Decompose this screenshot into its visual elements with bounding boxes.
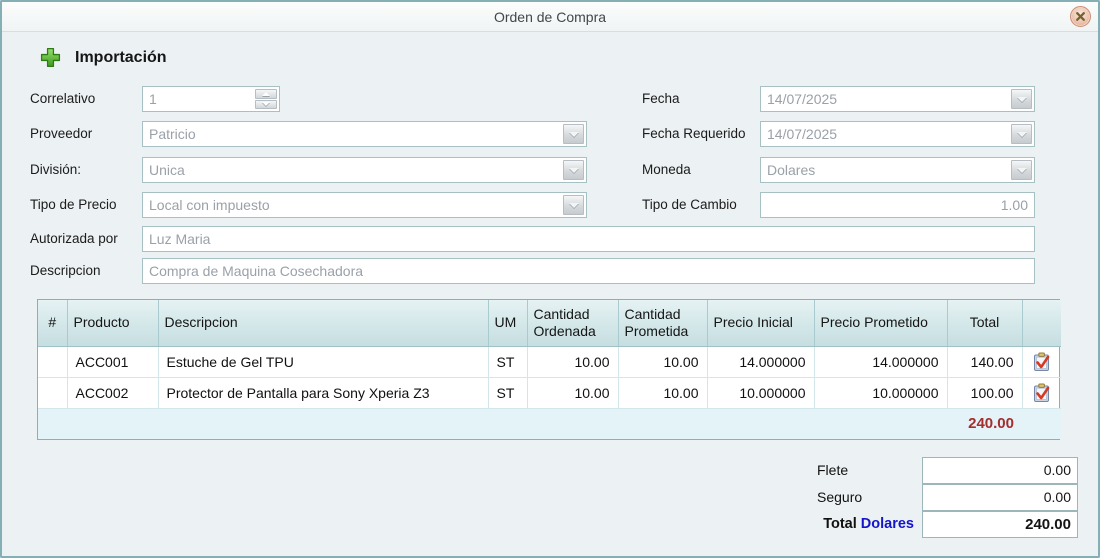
col-producto: Producto	[67, 300, 159, 347]
spinner-down-icon[interactable]	[255, 99, 277, 109]
seguro-label: Seguro	[817, 489, 863, 505]
tipo-cambio-label: Tipo de Cambio	[642, 197, 737, 212]
row-total: 140.00	[947, 346, 1023, 378]
division-label: División:	[30, 162, 82, 177]
fecha-label: Fecha	[642, 91, 680, 106]
table-row: ACC001 Estuche de Gel TPU ST 10.00 10.00…	[38, 346, 1061, 378]
division-dropdown-icon[interactable]	[563, 160, 584, 180]
row-um: ST	[488, 346, 528, 378]
x-glyph	[1076, 12, 1085, 21]
tipo-cambio-input[interactable]: 1.00	[760, 192, 1035, 218]
tipo-precio-value: Local con impuesto	[149, 197, 270, 213]
window-title: Orden de Compra	[493, 9, 607, 25]
col-num: #	[38, 300, 68, 347]
items-table: # Producto Descripcion UM Cantidad Orden…	[37, 299, 1061, 440]
table-row: ACC002 Protector de Pantalla para Sony X…	[38, 377, 1061, 409]
row-producto: ACC001	[67, 346, 159, 378]
fecha-requerido-value: 14/07/2025	[767, 126, 838, 142]
tipo-precio-select[interactable]: Local con impuesto	[142, 192, 587, 218]
grand-total-currency: Dolares	[860, 516, 914, 532]
row-num	[38, 346, 68, 378]
descripcion-label: Descripcion	[30, 263, 101, 278]
row-descripcion: Estuche de Gel TPU	[158, 346, 489, 378]
col-precio-inicial: Precio Inicial	[707, 300, 815, 347]
row-precio-inicial: 14.000000	[707, 346, 815, 378]
row-total: 100.00	[947, 377, 1023, 409]
row-precio-prometido: 14.000000	[814, 346, 948, 378]
row-descripcion: Protector de Pantalla para Sony Xperia Z…	[158, 377, 489, 409]
row-um: ST	[488, 377, 528, 409]
grand-total-value: 240.00	[922, 511, 1078, 538]
moneda-value: Dolares	[767, 162, 816, 178]
table-sum-total: 240.00	[947, 408, 1022, 439]
autorizada-por-input[interactable]: Luz Maria	[142, 226, 1035, 252]
col-cantidad-prometida: Cantidad Prometida	[618, 300, 708, 347]
row-cantidad-prometida: 10.00	[618, 377, 708, 409]
moneda-dropdown-icon[interactable]	[1011, 160, 1032, 180]
col-um: UM	[488, 300, 528, 347]
seguro-input[interactable]: 0.00	[922, 484, 1078, 511]
fecha-value: 14/07/2025	[767, 91, 838, 107]
proveedor-dropdown-icon[interactable]	[563, 124, 584, 144]
row-precio-inicial: 10.000000	[707, 377, 815, 409]
proveedor-label: Proveedor	[30, 126, 93, 141]
grand-total-label: Total Dolares	[742, 511, 914, 537]
proveedor-select[interactable]: Patricio	[142, 121, 587, 147]
col-precio-prometido: Precio Prometido	[814, 300, 948, 347]
edit-row-clipboard-icon[interactable]	[1033, 352, 1051, 372]
spinner-up-icon[interactable]	[255, 89, 277, 99]
correlativo-value: 1	[149, 91, 157, 107]
row-producto: ACC002	[67, 377, 159, 409]
close-icon[interactable]	[1070, 6, 1091, 27]
table-footer: 240.00	[38, 408, 1061, 439]
fecha-input[interactable]: 14/07/2025	[760, 86, 1035, 112]
table-header: # Producto Descripcion UM Cantidad Orden…	[38, 300, 1061, 347]
moneda-select[interactable]: Dolares	[760, 157, 1035, 183]
fecha-requerido-input[interactable]: 14/07/2025	[760, 121, 1035, 147]
tipo-precio-dropdown-icon[interactable]	[563, 195, 584, 215]
division-value: Unica	[149, 162, 185, 178]
row-cantidad-ordenada: 10.00	[527, 377, 619, 409]
correlativo-spinner	[255, 89, 277, 109]
correlativo-label: Correlativo	[30, 91, 96, 106]
col-descripcion: Descripcion	[158, 300, 489, 347]
orden-de-compra-dialog: Orden de Compra Importación Correlativo …	[0, 0, 1100, 558]
row-precio-prometido: 10.000000	[814, 377, 948, 409]
flete-label: Flete	[817, 462, 849, 478]
moneda-label: Moneda	[642, 162, 691, 177]
autorizada-por-label: Autorizada por	[30, 231, 118, 246]
fecha-requerido-dropdown-icon[interactable]	[1011, 124, 1032, 144]
row-num	[38, 377, 68, 409]
grand-total-word: Total	[823, 516, 857, 532]
fecha-requerido-label: Fecha Requerido	[642, 126, 746, 141]
row-cantidad-prometida: 10.00	[618, 346, 708, 378]
descripcion-input[interactable]: Compra de Maquina Cosechadora	[142, 258, 1035, 284]
fecha-dropdown-icon[interactable]	[1011, 89, 1032, 109]
section-title: Importación	[75, 48, 167, 66]
flete-input[interactable]: 0.00	[922, 457, 1078, 484]
tipo-precio-label: Tipo de Precio	[30, 197, 117, 212]
col-total: Total	[947, 300, 1023, 347]
col-cantidad-ordenada: Cantidad Ordenada	[527, 300, 619, 347]
add-plus-icon[interactable]	[40, 47, 61, 68]
row-cantidad-ordenada: 10.00	[527, 346, 619, 378]
titlebar: Orden de Compra	[2, 2, 1098, 32]
proveedor-value: Patricio	[149, 126, 196, 142]
edit-row-clipboard-icon[interactable]	[1033, 383, 1051, 403]
section-header: Importación	[40, 47, 167, 68]
division-select[interactable]: Unica	[142, 157, 587, 183]
correlativo-input[interactable]: 1	[142, 86, 280, 112]
col-actions	[1022, 300, 1061, 347]
